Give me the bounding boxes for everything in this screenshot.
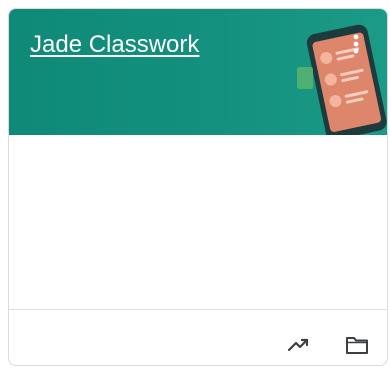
- class-title-link[interactable]: Jade Classwork: [30, 31, 199, 59]
- folder-icon: [346, 337, 368, 354]
- class-banner[interactable]: Jade Classwork: [9, 9, 387, 135]
- banner-illustration: [297, 24, 387, 135]
- more-vertical-icon: [353, 34, 359, 54]
- more-options-button[interactable]: [345, 31, 367, 61]
- open-gradebook-button[interactable]: [285, 331, 313, 359]
- class-card: Jade Classwork: [8, 8, 388, 366]
- card-footer-divider: [9, 309, 387, 310]
- open-drive-folder-button[interactable]: [343, 331, 371, 359]
- trending-up-icon: [287, 338, 309, 352]
